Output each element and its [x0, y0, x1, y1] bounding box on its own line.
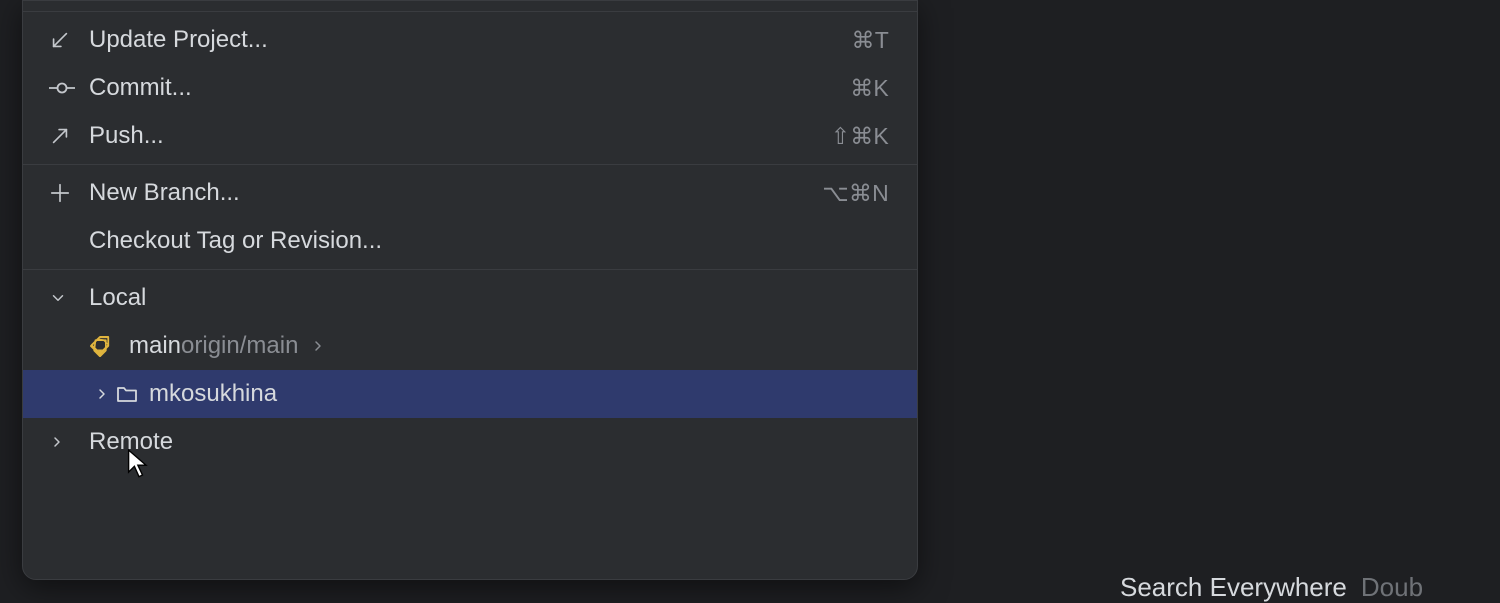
local-branch-folder-mkosukhina[interactable]: mkosukhina	[23, 370, 917, 418]
bookmark-icon	[89, 335, 129, 357]
new-branch-action[interactable]: New Branch... ⌥⌘N	[23, 169, 917, 217]
update-project-shortcut: ⌘T	[851, 27, 889, 54]
commit-icon	[49, 77, 89, 99]
plus-icon	[49, 182, 89, 204]
commit-action[interactable]: Commit... ⌘K	[23, 64, 917, 112]
remote-group-label: Remote	[89, 428, 173, 456]
new-branch-label: New Branch...	[89, 179, 240, 207]
hint-label: Search Everywhere	[1120, 572, 1347, 602]
branches-tree: Local main origin/main mkosukhina	[23, 270, 917, 470]
folder-name: mkosukhina	[149, 380, 277, 408]
checkout-tag-action[interactable]: Checkout Tag or Revision...	[23, 217, 917, 265]
commit-shortcut: ⌘K	[850, 75, 889, 102]
chevron-down-icon	[49, 289, 89, 307]
vcs-branches-popup: Update Project... ⌘T Commit... ⌘K Push..…	[22, 0, 918, 580]
hint-continuation: Doub	[1361, 572, 1423, 602]
update-icon	[49, 29, 89, 51]
chevron-right-icon	[310, 338, 326, 354]
local-group[interactable]: Local	[23, 274, 917, 322]
update-project-action[interactable]: Update Project... ⌘T	[23, 16, 917, 64]
tracking-branch: origin/main	[181, 332, 298, 360]
folder-icon	[115, 382, 149, 406]
local-group-label: Local	[89, 284, 146, 312]
actions-section: Update Project... ⌘T Commit... ⌘K Push..…	[23, 12, 917, 164]
push-action[interactable]: Push... ⇧⌘K	[23, 112, 917, 160]
push-label: Push...	[89, 122, 164, 150]
checkout-tag-label: Checkout Tag or Revision...	[89, 227, 382, 255]
commit-label: Commit...	[89, 74, 192, 102]
search-everywhere-hint: Search Everywhere Doub	[1120, 572, 1423, 603]
push-shortcut: ⇧⌘K	[831, 123, 889, 150]
local-branch-main[interactable]: main origin/main	[23, 322, 917, 370]
branch-ops-section: New Branch... ⌥⌘N Checkout Tag or Revisi…	[23, 165, 917, 269]
branch-name: main	[129, 332, 181, 360]
chevron-right-icon	[89, 386, 115, 402]
new-branch-shortcut: ⌥⌘N	[822, 180, 889, 207]
remote-group[interactable]: Remote	[23, 418, 917, 466]
update-project-label: Update Project...	[89, 26, 268, 54]
push-icon	[49, 125, 89, 147]
chevron-right-icon	[49, 434, 89, 450]
